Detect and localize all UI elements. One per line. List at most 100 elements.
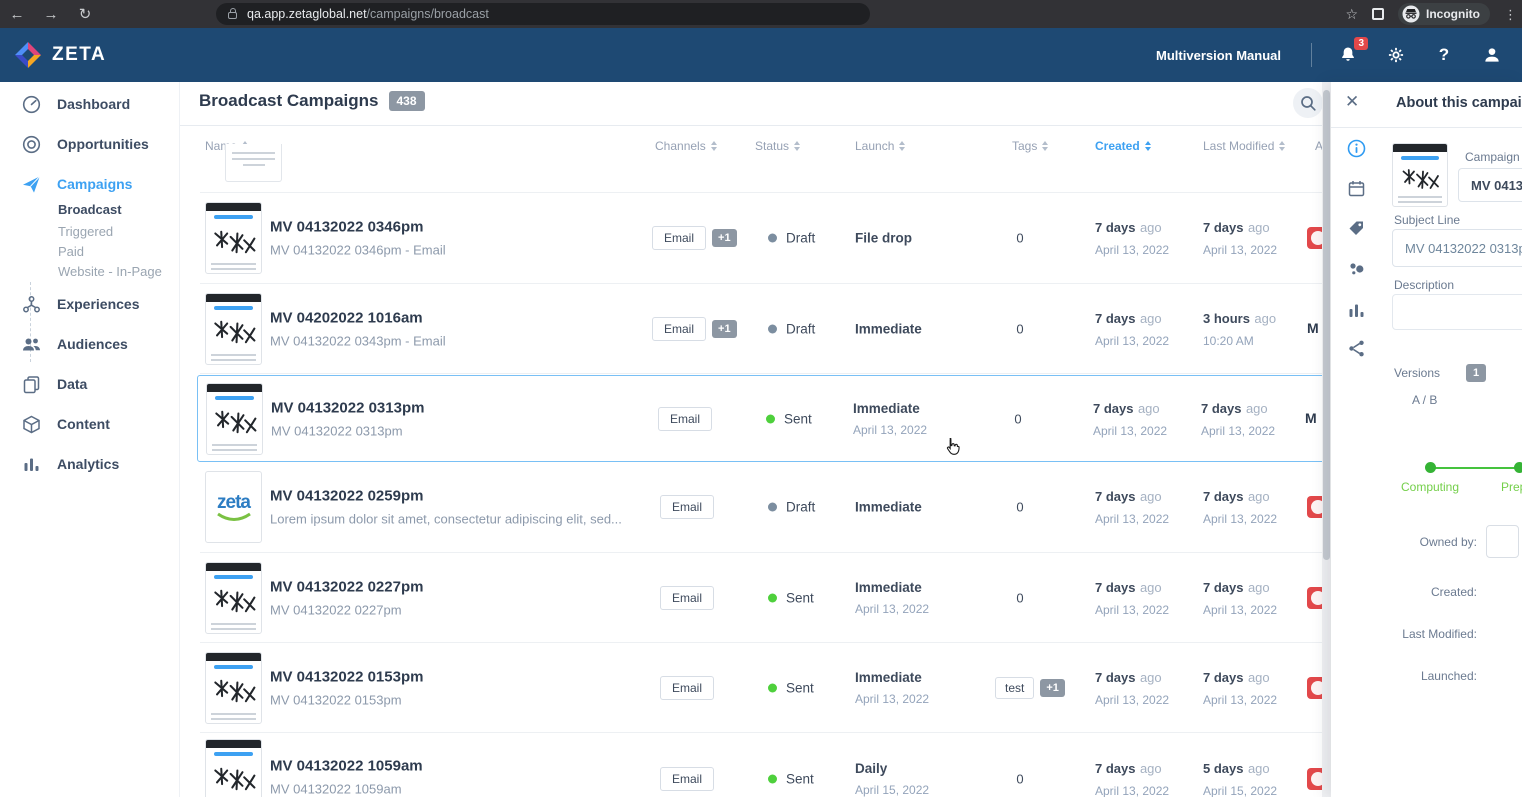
campaign-name-cell: MV 04132022 1059am MV 04132022 1059am: [270, 758, 650, 797]
channels-cell: Email +1: [652, 226, 737, 250]
status-dot: [766, 414, 775, 423]
modified-cell: 7 days agoApril 13, 2022: [1203, 579, 1313, 617]
workspace-name[interactable]: Multiversion Manual: [1156, 48, 1281, 63]
notification-badge: 3: [1354, 37, 1368, 50]
campaign-title[interactable]: MV 04132022 1059am: [270, 758, 650, 775]
sidebar-item-content[interactable]: Content: [0, 406, 180, 442]
bubbles-icon[interactable]: [1346, 258, 1366, 278]
info-icon[interactable]: [1346, 138, 1366, 158]
tag-icon[interactable]: [1346, 218, 1366, 238]
channel-badge: Email: [658, 407, 712, 431]
share-icon[interactable]: [1346, 338, 1366, 358]
step-label-computing: Computing: [1401, 480, 1459, 494]
tag-badge[interactable]: test: [995, 677, 1034, 699]
sidebar-item-data[interactable]: Data: [0, 366, 180, 402]
channel-extra-badge[interactable]: +1: [712, 320, 737, 338]
sidebar-item-opportunities[interactable]: Opportunities: [0, 126, 180, 162]
campaign-subtitle: MV 04132022 0346pm - Email: [270, 243, 650, 258]
table-row[interactable]: MV 04132022 0153pm MV 04132022 0153pm Em…: [200, 643, 1322, 733]
table-row[interactable]: MV 04132022 1059am MV 04132022 1059am Em…: [200, 733, 1322, 797]
modified-cell: 5 days agoApril 15, 2022: [1203, 760, 1313, 797]
sidebar-item-dashboard[interactable]: Dashboard: [0, 86, 180, 122]
campaign-subtitle: MV 04132022 1059am: [270, 782, 650, 797]
close-icon[interactable]: ✕: [1345, 92, 1359, 112]
bell-icon[interactable]: 3: [1336, 43, 1360, 67]
search-button[interactable]: [1293, 88, 1323, 118]
divider: [1311, 43, 1312, 67]
table-row[interactable]: zeta MV 04132022 0259pm Lorem ipsum dolo…: [200, 462, 1322, 553]
profile-icon[interactable]: [1480, 43, 1504, 67]
campaign-name-cell: MV 04132022 0153pm MV 04132022 0153pm: [270, 668, 650, 707]
launch-cell: Immediate: [855, 321, 985, 336]
brand-text: ZETA: [52, 44, 106, 66]
versions-label: Versions: [1394, 366, 1440, 380]
sidebar-item-audiences[interactable]: Audiences: [0, 326, 180, 362]
bookmark-star-icon[interactable]: ☆: [1345, 6, 1358, 23]
tags-cell: test +1: [995, 677, 1065, 699]
owner-avatar[interactable]: [1486, 525, 1519, 558]
campaign-name-cell: MV 04202022 1016am MV 04132022 0343pm - …: [270, 309, 650, 348]
status-cell: Draft: [768, 231, 815, 246]
table-row-selected[interactable]: MV 04132022 0313pm MV 04132022 0313pm Em…: [197, 375, 1325, 462]
forward-icon[interactable]: →: [34, 6, 68, 23]
campaign-name-cell: MV 04132022 0346pm MV 04132022 0346pm - …: [270, 219, 650, 258]
channel-badge: Email: [660, 767, 714, 791]
documents-icon: [22, 375, 41, 394]
modified-cell: 3 hours ago10:20 AM: [1203, 310, 1313, 348]
launch-cell: DailyApril 15, 2022: [855, 761, 985, 797]
side-panel-icon[interactable]: [1372, 8, 1384, 20]
address-bar[interactable]: qa.app.zetaglobal.net/campaigns/broadcas…: [216, 3, 870, 25]
sidebar-item-analytics[interactable]: Analytics: [0, 446, 180, 482]
campaign-thumbnail: [205, 739, 262, 797]
sidebar-item-triggered[interactable]: Triggered: [58, 220, 113, 242]
scrollbar-thumb[interactable]: [1323, 90, 1330, 560]
people-icon: [22, 335, 41, 354]
zeta-logo[interactable]: ZETA: [0, 41, 106, 69]
channel-badge: Email: [652, 317, 706, 341]
sidebar-item-campaigns[interactable]: Campaigns: [0, 166, 180, 202]
sidebar-item-website-inpage[interactable]: Website - In-Page: [58, 260, 162, 282]
created-cell: 7 days agoApril 13, 2022: [1095, 488, 1205, 526]
back-icon[interactable]: ←: [0, 6, 34, 23]
channels-cell: Email: [660, 586, 714, 610]
launched-label: Launched:: [1421, 669, 1477, 683]
table-row[interactable]: MV 04132022 0346pm MV 04132022 0346pm - …: [200, 193, 1322, 284]
asset-text: M: [1305, 410, 1317, 426]
panel-title: About this campaign: [1396, 95, 1522, 111]
vertical-scrollbar[interactable]: [1322, 82, 1331, 797]
table-row-partial[interactable]: [200, 133, 1322, 193]
progress-line: [1430, 467, 1520, 469]
campaign-title[interactable]: MV 04132022 0259pm: [270, 488, 650, 505]
sidebar-item-paid[interactable]: Paid: [58, 240, 84, 262]
channel-extra-badge[interactable]: +1: [712, 229, 737, 247]
gear-icon[interactable]: [1384, 43, 1408, 67]
status-dot: [768, 593, 777, 602]
campaign-name-cell: MV 04132022 0313pm MV 04132022 0313pm: [271, 399, 651, 438]
paper-plane-icon: [22, 175, 41, 194]
campaign-name-field[interactable]: MV 04132022 0313pm: [1458, 168, 1522, 202]
browser-menu-icon[interactable]: ⋮: [1504, 12, 1514, 17]
channel-badge: Email: [652, 226, 706, 250]
zeta-swoosh: [216, 512, 252, 522]
campaign-title[interactable]: MV 04202022 1016am: [270, 309, 650, 326]
zeta-diamond-icon: [14, 41, 42, 69]
sidebar-item-experiences[interactable]: Experiences: [0, 286, 180, 322]
reload-icon[interactable]: ↻: [68, 5, 102, 23]
sidebar-item-broadcast[interactable]: Broadcast: [58, 198, 122, 220]
campaign-title[interactable]: MV 04132022 0313pm: [271, 399, 651, 416]
campaign-subtitle: Lorem ipsum dolor sit amet, consectetur …: [270, 512, 650, 527]
description-field[interactable]: [1392, 294, 1522, 330]
help-icon[interactable]: ?: [1432, 43, 1456, 67]
chart-icon[interactable]: [1346, 300, 1366, 320]
launch-cell: ImmediateApril 13, 2022: [853, 401, 983, 437]
subject-line-field[interactable]: MV 04132022 0313pm: [1392, 229, 1522, 267]
flow-icon: [22, 295, 41, 314]
tag-extra-badge[interactable]: +1: [1040, 679, 1065, 697]
campaign-title[interactable]: MV 04132022 0153pm: [270, 668, 650, 685]
calendar-icon[interactable]: [1346, 178, 1366, 198]
channel-badge: Email: [660, 676, 714, 700]
campaign-title[interactable]: MV 04132022 0227pm: [270, 578, 650, 595]
campaign-title[interactable]: MV 04132022 0346pm: [270, 219, 650, 236]
table-row[interactable]: MV 04202022 1016am MV 04132022 0343pm - …: [200, 284, 1322, 374]
table-row[interactable]: MV 04132022 0227pm MV 04132022 0227pm Em…: [200, 553, 1322, 643]
